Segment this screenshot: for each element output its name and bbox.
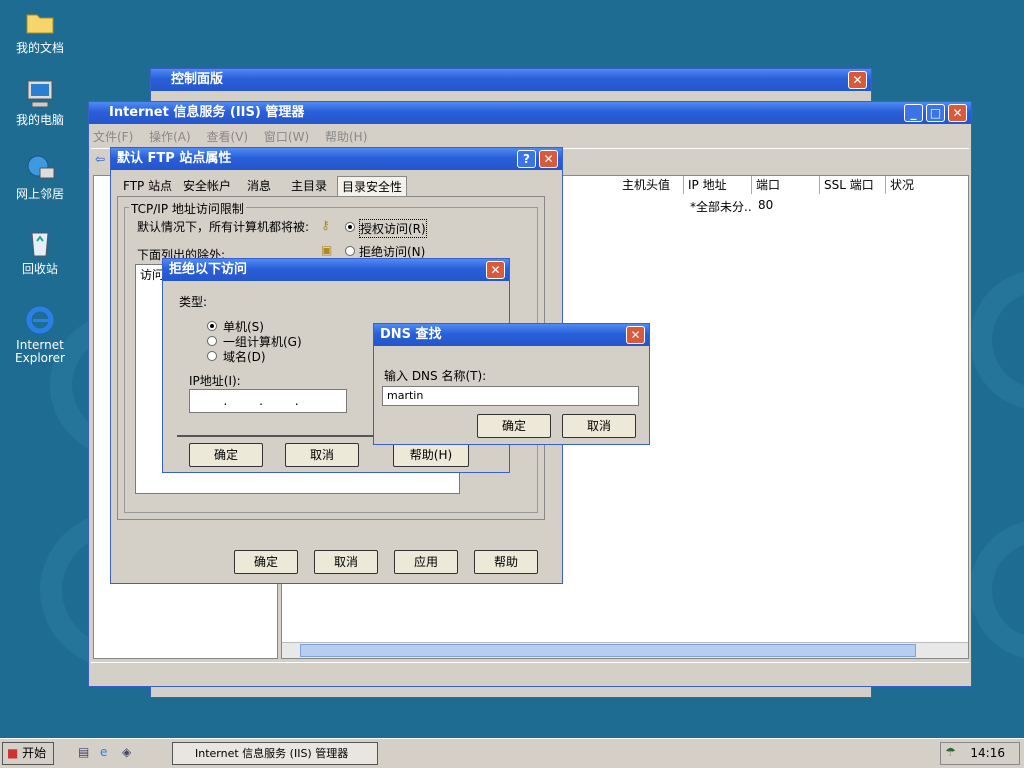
menu-help[interactable]: 帮助(H) (325, 130, 367, 144)
tab-ftp-site[interactable]: FTP 站点 (119, 176, 176, 196)
iis-titlebar[interactable]: Internet 信息服务 (IIS) 管理器 (89, 102, 971, 124)
cancel-button[interactable]: 取消 (285, 443, 359, 467)
ftp-dialog-titlebar[interactable]: 默认 FTP 站点属性 (111, 148, 562, 170)
desktop-icon-label: 我的电脑 (15, 113, 64, 127)
dns-dialog-titlebar[interactable]: DNS 查找 (374, 324, 649, 346)
close-button[interactable]: ✕ (539, 150, 558, 168)
ok-button[interactable]: 确定 (189, 443, 263, 467)
grant-access-label[interactable]: 授权访问(R) (359, 219, 427, 238)
grant-access-radio[interactable] (345, 222, 355, 232)
window-title: 拒绝以下访问 (169, 262, 248, 277)
deny-dialog-titlebar[interactable]: 拒绝以下访问 (163, 259, 509, 281)
media-launch-icon[interactable]: ◈ (122, 745, 131, 759)
close-button[interactable]: ✕ (848, 71, 867, 89)
scrollbar-thumb[interactable] (300, 644, 916, 657)
menu-file[interactable]: 文件(F) (93, 130, 133, 144)
computer-icon (27, 80, 53, 108)
window-title: DNS 查找 (380, 327, 442, 342)
clock[interactable]: 14:16 (970, 746, 1005, 760)
dns-lookup-dialog: DNS 查找 ✕ 输入 DNS 名称(T): martin 确定 取消 (373, 323, 650, 445)
control-panel-titlebar[interactable]: 控制面版 (151, 69, 871, 91)
windows-logo-icon: ■ (7, 746, 19, 760)
minimize-button[interactable]: _ (904, 104, 923, 122)
window-title: 默认 FTP 站点属性 (117, 151, 232, 166)
desktop-icon-label: 网上邻居 (15, 187, 64, 201)
close-button[interactable]: ✕ (626, 326, 645, 344)
row-ip-value: *全部未分.. (690, 200, 752, 214)
default-access-text: 默认情况下，所有计算机都将被: (137, 220, 310, 234)
close-button[interactable]: ✕ (948, 104, 967, 122)
tab-home-directory[interactable]: 主目录 (287, 176, 331, 196)
column-header-status[interactable]: 状况 (886, 176, 970, 194)
menu-action[interactable]: 操作(A) (149, 130, 191, 144)
ie-icon (26, 306, 54, 334)
tab-directory-security[interactable]: 目录安全性 (337, 176, 408, 196)
desktop-icon-my-documents[interactable]: 我的文档 (5, 6, 75, 55)
domain-name-radio[interactable] (207, 351, 217, 361)
desktop-icon-my-computer[interactable]: 我的电脑 (5, 78, 75, 127)
system-tray: ☂ 14:16 (940, 742, 1020, 765)
help-button[interactable]: 帮助 (474, 550, 538, 574)
row-port-value: 80 (758, 198, 774, 212)
network-tray-icon[interactable]: ☂ (945, 745, 956, 759)
column-header-ip[interactable]: IP 地址 (684, 176, 752, 194)
taskbar: ■ 开始 ▤ e ◈ Internet 信息服务 (IIS) 管理器 ☂ 14:… (0, 738, 1024, 768)
quick-launch: ▤ e ◈ (78, 745, 144, 763)
ok-button[interactable]: 确定 (234, 550, 298, 574)
ie-launch-icon[interactable]: e (100, 745, 107, 759)
apply-button[interactable]: 应用 (394, 550, 458, 574)
show-desktop-icon[interactable]: ▤ (78, 745, 89, 759)
window-title: 控制面版 (171, 72, 224, 87)
help-button[interactable]: ? (517, 150, 536, 168)
ip-address-value: . . . (223, 394, 313, 408)
desktop-icon-label: Internet Explorer (15, 338, 65, 365)
maximize-button[interactable]: □ (926, 104, 945, 122)
taskbar-item-iis[interactable]: Internet 信息服务 (IIS) 管理器 (172, 742, 378, 765)
back-arrow-icon[interactable]: ⇦ (95, 152, 105, 166)
taskbar-item-label: Internet 信息服务 (IIS) 管理器 (195, 747, 349, 760)
dns-name-label: 输入 DNS 名称(T): (384, 369, 487, 383)
network-icon (27, 155, 55, 179)
desktop-icon-ie[interactable]: Internet Explorer (5, 303, 75, 365)
tab-strip: FTP 站点 安全帐户 消息 主目录 目录安全性 (119, 176, 419, 196)
lock-icon: ▣ (321, 243, 333, 257)
status-bar (91, 662, 969, 684)
ip-address-label: IP地址(I): (189, 374, 241, 388)
deny-access-radio[interactable] (345, 246, 355, 256)
key-icon: ⚷ (321, 218, 330, 232)
start-label: 开始 (22, 746, 47, 760)
domain-name-label[interactable]: 域名(D) (223, 348, 266, 365)
desktop-icon-recycle-bin[interactable]: 回收站 (5, 227, 75, 276)
window-title: Internet 信息服务 (IIS) 管理器 (109, 105, 305, 120)
folder-icon (26, 14, 54, 34)
single-computer-radio[interactable] (207, 321, 217, 331)
horizontal-scrollbar[interactable] (282, 642, 968, 658)
group-computers-radio[interactable] (207, 336, 217, 346)
column-header-port[interactable]: 端口 (752, 176, 820, 194)
column-header-host[interactable]: 主机头值 (618, 176, 684, 194)
column-header-ssl-port[interactable]: SSL 端口 (820, 176, 886, 194)
menu-window[interactable]: 窗口(W) (264, 130, 309, 144)
dns-name-value: martin (387, 389, 424, 402)
desktop-icon-network[interactable]: 网上邻居 (5, 152, 75, 201)
close-button[interactable]: ✕ (486, 261, 505, 279)
desktop-icon-label: 我的文档 (15, 41, 64, 55)
group-title: TCP/IP 地址访问限制 (129, 200, 246, 217)
tab-security-accounts[interactable]: 安全帐户 (179, 176, 235, 196)
list-header-access[interactable]: 访问 (140, 266, 164, 283)
cancel-button[interactable]: 取消 (562, 414, 636, 438)
ip-address-input[interactable]: . . . (189, 389, 347, 413)
menu-view[interactable]: 查看(V) (207, 130, 249, 144)
recycle-bin-icon (31, 232, 49, 257)
help-button[interactable]: 帮助(H) (393, 443, 469, 467)
tab-messages[interactable]: 消息 (243, 176, 275, 196)
start-button[interactable]: ■ 开始 (2, 742, 54, 765)
menu-bar: 文件(F) 操作(A) 查看(V) 窗口(W) 帮助(H) (93, 128, 367, 146)
dns-name-input[interactable]: martin (382, 386, 639, 406)
ok-button[interactable]: 确定 (477, 414, 551, 438)
type-label: 类型: (179, 295, 208, 309)
desktop-icon-label: 回收站 (21, 262, 58, 276)
cancel-button[interactable]: 取消 (314, 550, 378, 574)
